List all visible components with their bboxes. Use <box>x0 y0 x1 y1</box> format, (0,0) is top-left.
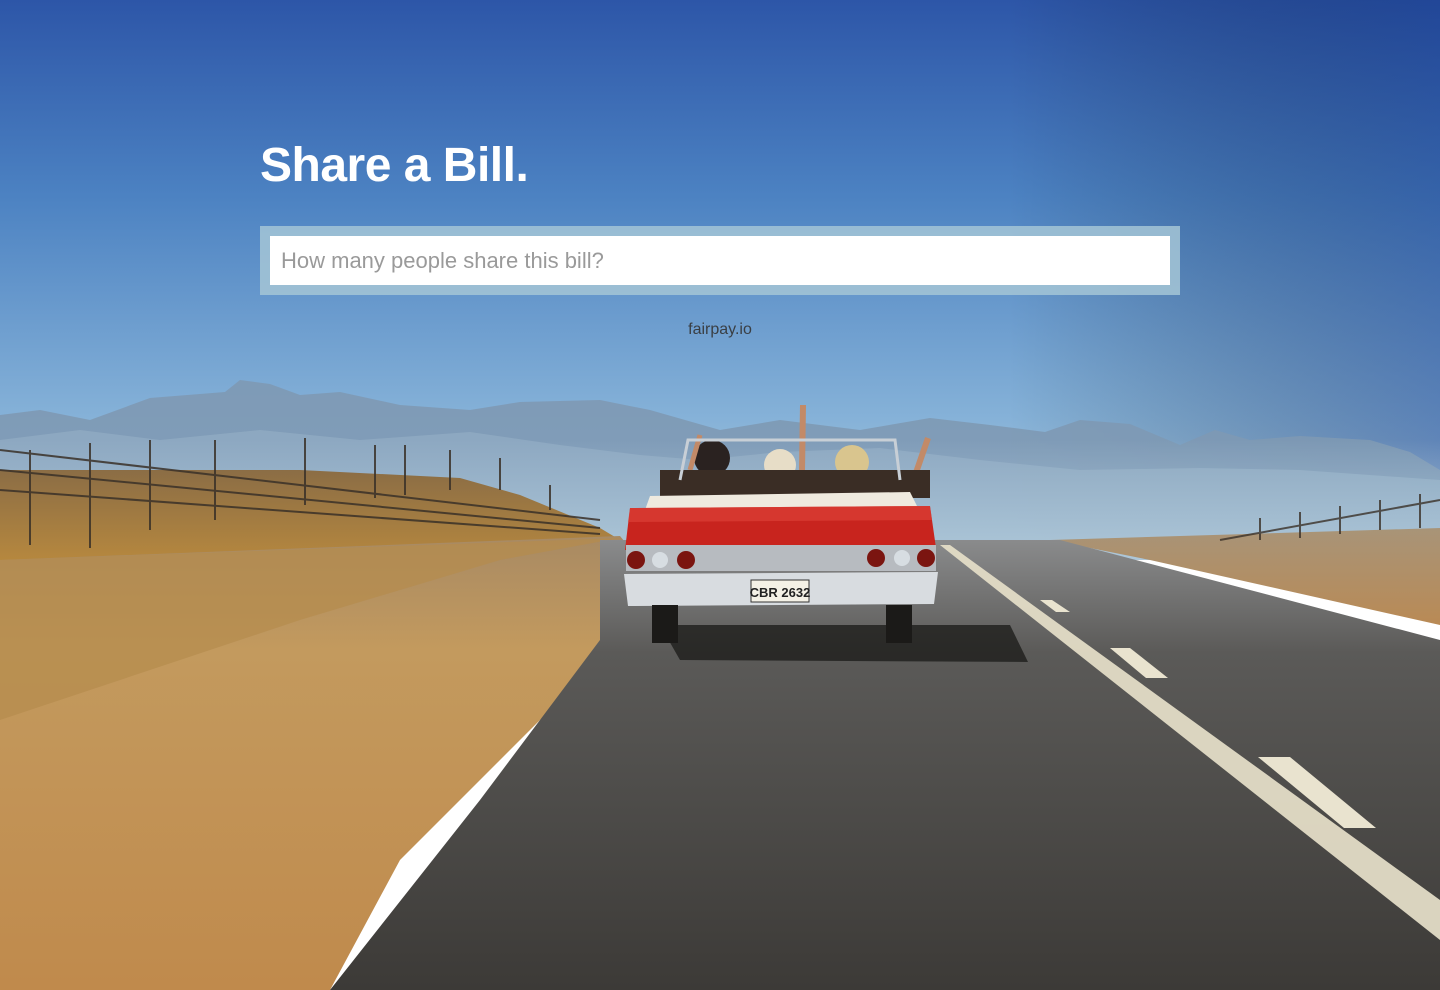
people-count-input-frame <box>260 226 1180 295</box>
page-title: Share a Bill. <box>260 139 529 192</box>
page: Share a Bill. fairpay.io CBR 2632 <box>0 0 1440 990</box>
hero-panel: Share a Bill. fairpay.io <box>260 138 1180 339</box>
fairpay-link[interactable]: fairpay.io <box>260 321 1180 339</box>
people-count-input[interactable] <box>270 236 1170 285</box>
